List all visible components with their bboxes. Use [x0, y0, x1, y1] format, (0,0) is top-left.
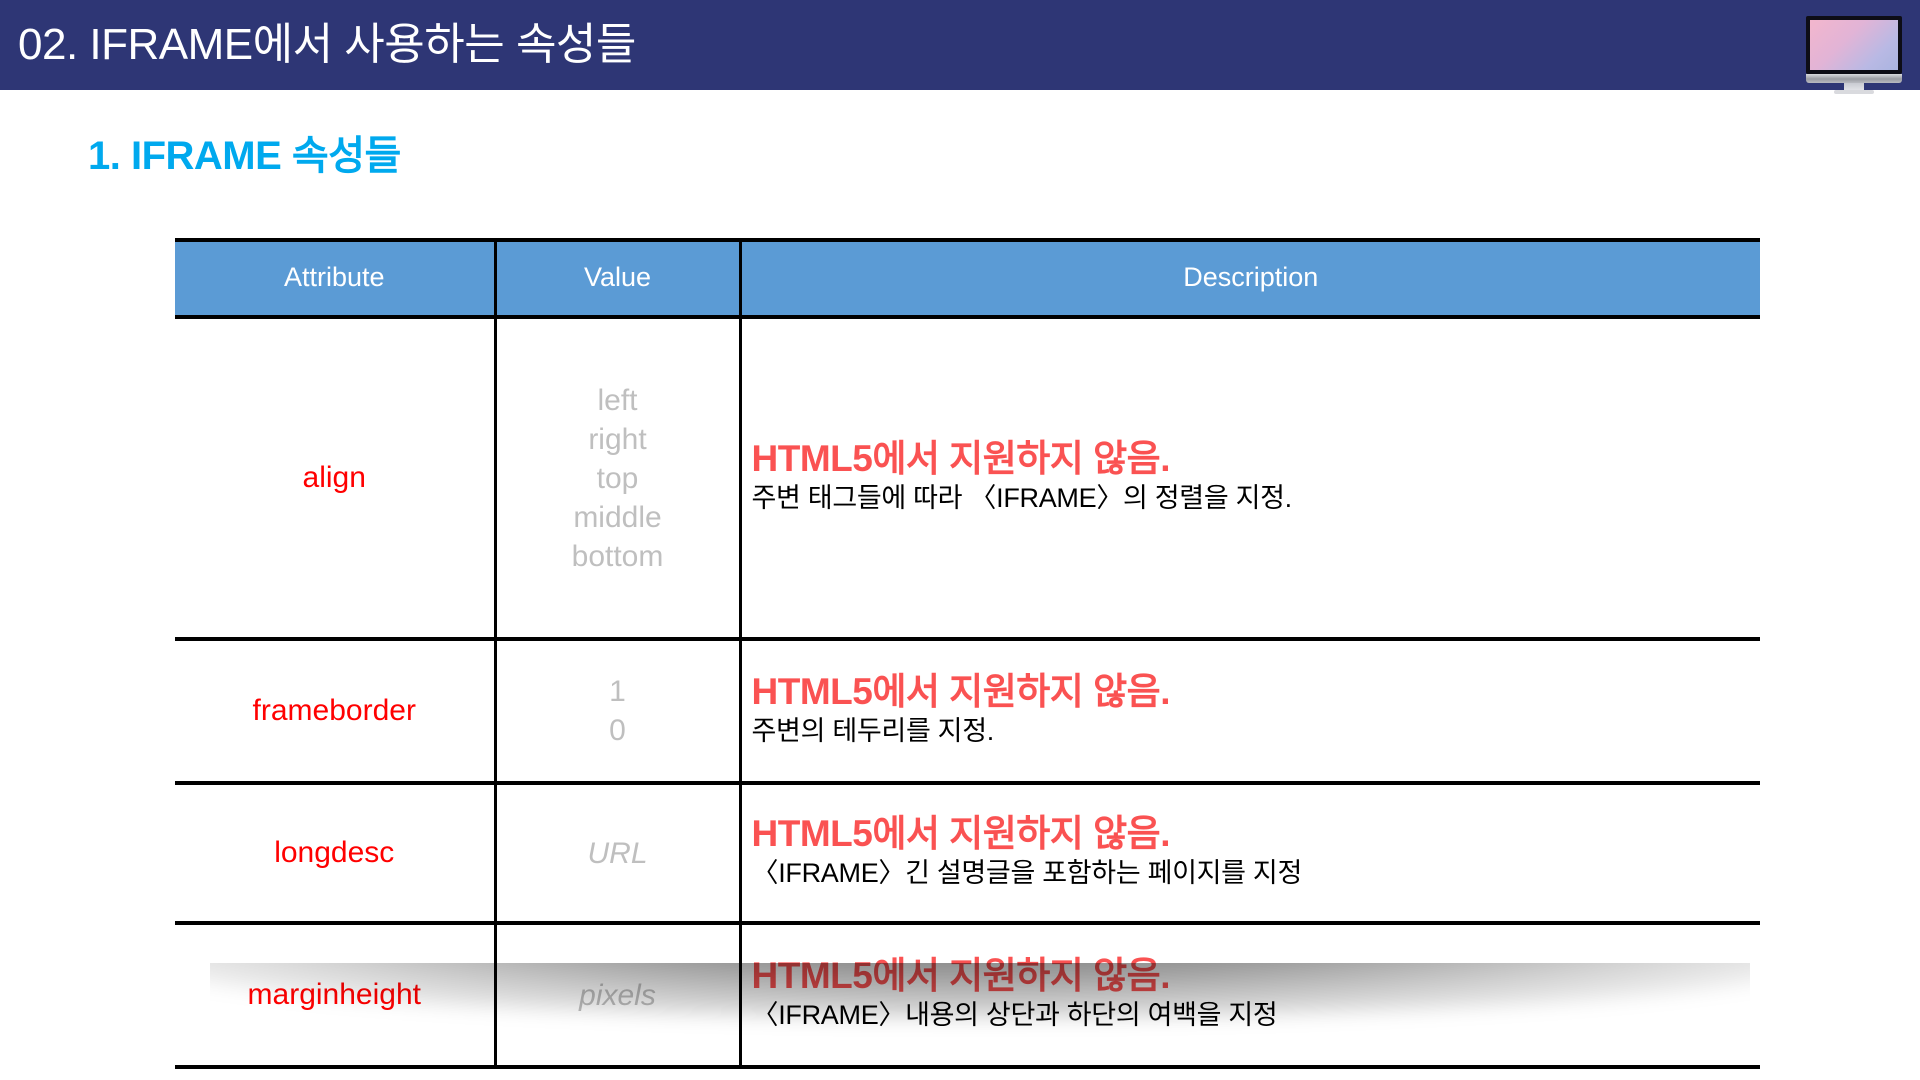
value-item: URL — [587, 836, 648, 870]
description-headline: HTML5에서 지원하지 않음. — [751, 671, 1171, 713]
value-item: pixels — [579, 978, 656, 1012]
section-subtitle: 1. IFRAME 속성들 — [88, 134, 401, 178]
value-item: left — [597, 383, 638, 417]
description-detail: 주변의 테두리를 지정. — [751, 715, 995, 746]
attribute-name: frameborder — [175, 639, 497, 785]
table-header: Attribute Value Description — [175, 238, 1760, 319]
table-row: marginheight pixels HTML5에서 지원하지 않음. 〈IF… — [175, 923, 1760, 1069]
iframe-attributes-table-container: Attribute Value Description align left r… — [175, 238, 1760, 1069]
value-item: bottom — [571, 539, 664, 573]
attribute-name: align — [175, 317, 497, 641]
table-row: frameborder 1 0 HTML5에서 지원하지 않음. 주변의 테두리… — [175, 639, 1760, 785]
value-item: top — [596, 461, 639, 495]
attribute-name: marginheight — [175, 923, 497, 1069]
monitor-screen — [1810, 20, 1898, 70]
attribute-description: HTML5에서 지원하지 않음. 〈IFRAME〉내용의 상단과 하단의 여백을… — [740, 923, 1760, 1069]
description-detail: 〈IFRAME〉긴 설명글을 포함하는 페이지를 지정 — [751, 857, 1303, 888]
value-item: right — [588, 422, 647, 456]
attribute-name: longdesc — [175, 783, 497, 925]
attribute-description: HTML5에서 지원하지 않음. 주변 태그들에 따라 〈IFRAME〉의 정렬… — [740, 317, 1760, 641]
description-detail: 〈IFRAME〉내용의 상단과 하단의 여백을 지정 — [751, 999, 1278, 1030]
table-header-row: Attribute Value Description — [175, 238, 1760, 319]
desktop-monitor-icon — [1806, 16, 1902, 94]
attribute-values: URL — [495, 783, 742, 925]
attribute-description: HTML5에서 지원하지 않음. 주변의 테두리를 지정. — [740, 639, 1760, 785]
monitor-base — [1806, 74, 1902, 83]
attribute-description: HTML5에서 지원하지 않음. 〈IFRAME〉긴 설명글을 포함하는 페이지… — [740, 783, 1760, 925]
description-headline: HTML5에서 지원하지 않음. — [751, 438, 1171, 480]
monitor-bezel — [1806, 16, 1902, 74]
description-detail: 주변 태그들에 따라 〈IFRAME〉의 정렬을 지정. — [751, 482, 1293, 513]
column-header-description: Description — [740, 238, 1760, 319]
attribute-values: pixels — [495, 923, 742, 1069]
description-headline: HTML5에서 지원하지 않음. — [751, 813, 1171, 855]
value-item: middle — [573, 500, 662, 534]
value-item: 1 — [609, 675, 626, 708]
monitor-foot — [1834, 90, 1874, 94]
attribute-values: 1 0 — [495, 639, 742, 785]
description-headline: HTML5에서 지원하지 않음. — [751, 955, 1171, 997]
value-item: 0 — [609, 714, 626, 747]
page-title: 02. IFRAME에서 사용하는 속성들 — [18, 20, 636, 69]
iframe-attributes-table: Attribute Value Description align left r… — [175, 238, 1760, 1069]
table-row: longdesc URL HTML5에서 지원하지 않음. 〈IFRAME〉긴 … — [175, 783, 1760, 925]
column-header-attribute: Attribute — [175, 238, 497, 319]
column-header-value: Value — [495, 238, 742, 319]
slide-header-bar: 02. IFRAME에서 사용하는 속성들 — [0, 0, 1920, 90]
table-row: align left right top middle bottom HTML5… — [175, 317, 1760, 641]
table-body: align left right top middle bottom HTML5… — [175, 317, 1760, 1069]
attribute-values: left right top middle bottom — [495, 317, 742, 641]
